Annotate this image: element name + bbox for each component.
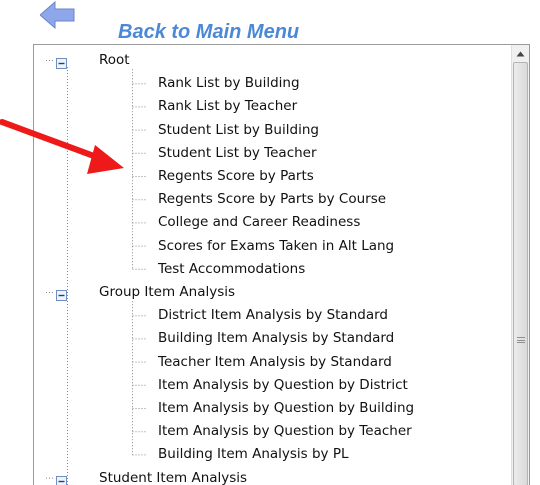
tree-report-item[interactable]: Item Analysis by Question by District (158, 374, 408, 396)
tree-report-item[interactable]: Student List by Teacher (158, 142, 317, 164)
scroll-thumb-grip (517, 337, 525, 343)
minus-expander-icon[interactable] (56, 54, 67, 69)
back-to-main-menu-link[interactable]: Back to Main Menu (40, 0, 380, 44)
red-pointer-arrow-icon (0, 119, 124, 174)
tree-report-item[interactable]: Regents Score by Parts (158, 165, 314, 187)
tree-report-item[interactable]: Building Item Analysis by PL (158, 443, 349, 465)
tree-group-label[interactable]: Student Item Analysis (99, 467, 247, 485)
tree-report-item[interactable]: Student List by Building (158, 119, 319, 141)
tree-report-item[interactable]: College and Career Readiness (158, 211, 360, 233)
tree-report-item[interactable]: Test Accommodations (158, 258, 305, 280)
tree-report-item[interactable]: Regents Score by Parts by Course (158, 188, 386, 210)
tree-report-item[interactable]: Item Analysis by Question by Teacher (158, 420, 412, 442)
tree-report-item[interactable]: Item Analysis by Question by Building (158, 397, 414, 419)
tree-report-item[interactable]: Rank List by Teacher (158, 95, 297, 117)
scroll-thumb[interactable] (513, 62, 528, 485)
back-arrow-icon (40, 1, 75, 29)
tree-report-item[interactable]: Scores for Exams Taken in Alt Lang (158, 235, 394, 257)
minus-expander-icon[interactable] (56, 286, 67, 301)
minus-expander-icon[interactable] (56, 472, 67, 485)
scroll-up-button[interactable] (512, 45, 529, 62)
vertical-scrollbar[interactable] (511, 45, 529, 485)
tree-report-item[interactable]: District Item Analysis by Standard (158, 304, 388, 326)
tree-report-item[interactable]: Teacher Item Analysis by Standard (158, 351, 392, 373)
chevron-up-icon (516, 51, 525, 56)
tree-report-item[interactable]: Building Item Analysis by Standard (158, 327, 394, 349)
tree-group-label[interactable]: Root (99, 49, 130, 71)
tree-report-item[interactable]: Rank List by Building (158, 72, 300, 94)
tree-group-label[interactable]: Group Item Analysis (99, 281, 235, 303)
report-tree-panel: Root Rank List by Building Rank List by Te… (33, 44, 530, 485)
back-to-main-menu-label[interactable]: Back to Main Menu (118, 21, 299, 44)
